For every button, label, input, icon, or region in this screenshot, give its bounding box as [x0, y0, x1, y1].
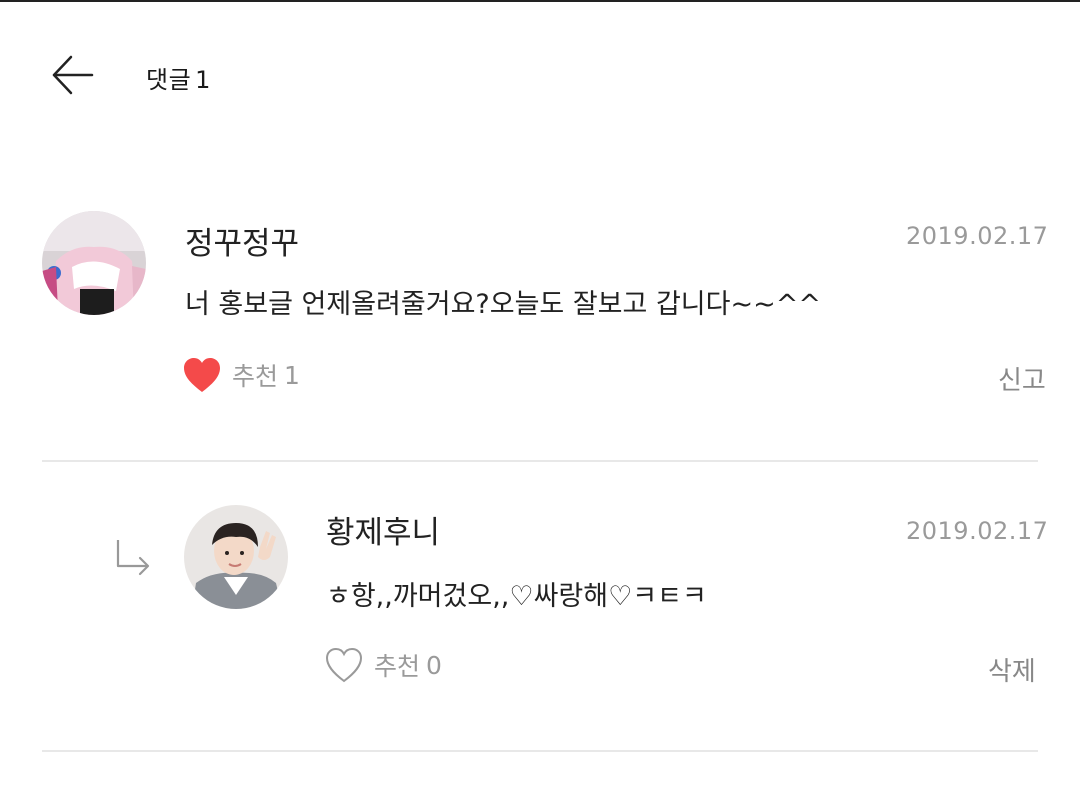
comments-screen: 댓글 1 정꾸정꾸 2019.02.17 너 홍보글 언제올려줄거요?오늘도 잘보… [0, 0, 1080, 810]
heart-outline-icon [325, 647, 363, 683]
like-button[interactable]: 추천 1 [182, 356, 300, 394]
avatar[interactable] [42, 211, 146, 315]
report-button[interactable]: 신고 [998, 360, 1046, 397]
like-label: 추천 [374, 652, 421, 681]
reply-author[interactable]: 황제후니 [326, 507, 440, 552]
avatar[interactable] [184, 505, 288, 609]
divider [42, 460, 1038, 462]
like-count: 1 [284, 360, 300, 390]
comment-count: 1 [195, 66, 211, 94]
like-count: 0 [426, 650, 442, 680]
comment-author[interactable]: 정꾸정꾸 [185, 218, 299, 263]
like-button[interactable]: 추천 0 [324, 646, 442, 684]
arrow-left-icon [52, 55, 94, 95]
avatar-image [42, 211, 146, 315]
back-button[interactable] [46, 50, 100, 100]
page-title: 댓글 1 [146, 60, 211, 95]
status-bar-border [0, 0, 1080, 2]
reply-date: 2019.02.17 [906, 517, 1049, 545]
comment-date: 2019.02.17 [906, 222, 1049, 250]
like-label: 추천 [232, 362, 279, 391]
header: 댓글 1 [0, 40, 1080, 110]
comment-text: 너 홍보글 언제올려줄거요?오늘도 잘보고 갑니다~~^^ [185, 289, 821, 320]
page-title-label: 댓글 [146, 66, 192, 94]
avatar-image [184, 505, 288, 609]
divider [42, 750, 1038, 752]
heart-filled-icon [184, 358, 220, 392]
reply-arrow-icon [116, 540, 150, 576]
delete-button[interactable]: 삭제 [988, 651, 1036, 688]
reply-text: ㅎ항,,까머겄오,,♡싸랑해♡ㅋㅌㅋ [326, 581, 707, 612]
